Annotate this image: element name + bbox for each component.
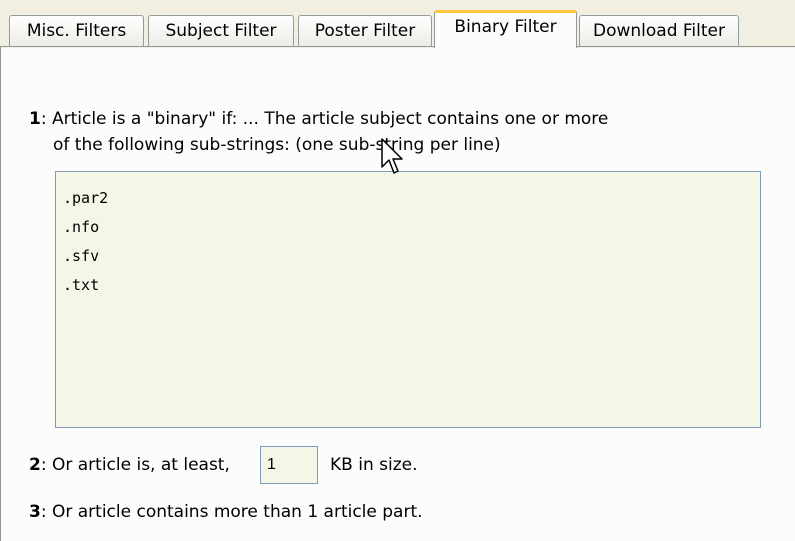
section1-line2: of the following sub-strings: (one sub-s… [53, 135, 501, 155]
tab-label: Poster Filter [314, 21, 416, 41]
section3-line: 3: Or article contains more than 1 artic… [29, 504, 423, 521]
tab-bar: Misc. Filters Subject Filter Poster Filt… [0, 0, 795, 48]
section-number: 3 [29, 502, 41, 522]
tab-download-filter[interactable]: Download Filter [579, 15, 739, 47]
tab-subject-filter[interactable]: Subject Filter [148, 15, 294, 47]
min-size-input[interactable]: 1 [260, 446, 318, 484]
substring-line: .nfo [63, 218, 100, 236]
section3-text: : Or article contains more than 1 articl… [40, 502, 423, 522]
tab-label: Subject Filter [165, 21, 277, 41]
substring-line: .sfv [63, 247, 100, 265]
substring-line: .par2 [63, 189, 109, 207]
tab-label: Binary Filter [454, 17, 557, 37]
section2-prefix-text: : Or article is, at least, [40, 455, 230, 475]
min-size-value: 1 [267, 456, 276, 473]
section-number: 1 [29, 109, 41, 129]
tab-poster-filter[interactable]: Poster Filter [298, 15, 432, 47]
tab-divider [0, 46, 795, 47]
section1-line1: 1: Article is a "binary" if: ... The art… [29, 111, 608, 128]
section1-text-1: : Article is a "binary" if: ... The arti… [40, 109, 609, 129]
section2-prefix: 2: Or article is, at least, [29, 457, 230, 474]
tab-misc-filters[interactable]: Misc. Filters [9, 15, 144, 47]
substring-line: .txt [63, 276, 100, 294]
section2-suffix: KB in size. [330, 455, 418, 475]
tab-label: Download Filter [592, 21, 725, 41]
tab-binary-filter[interactable]: Binary Filter [434, 10, 577, 48]
panel-border [0, 47, 1, 541]
substrings-textarea[interactable]: .par2 .nfo .sfv .txt [55, 171, 761, 428]
mouse-pointer-icon [381, 138, 403, 174]
tab-label: Misc. Filters [26, 21, 127, 41]
section-number: 2 [29, 455, 41, 475]
